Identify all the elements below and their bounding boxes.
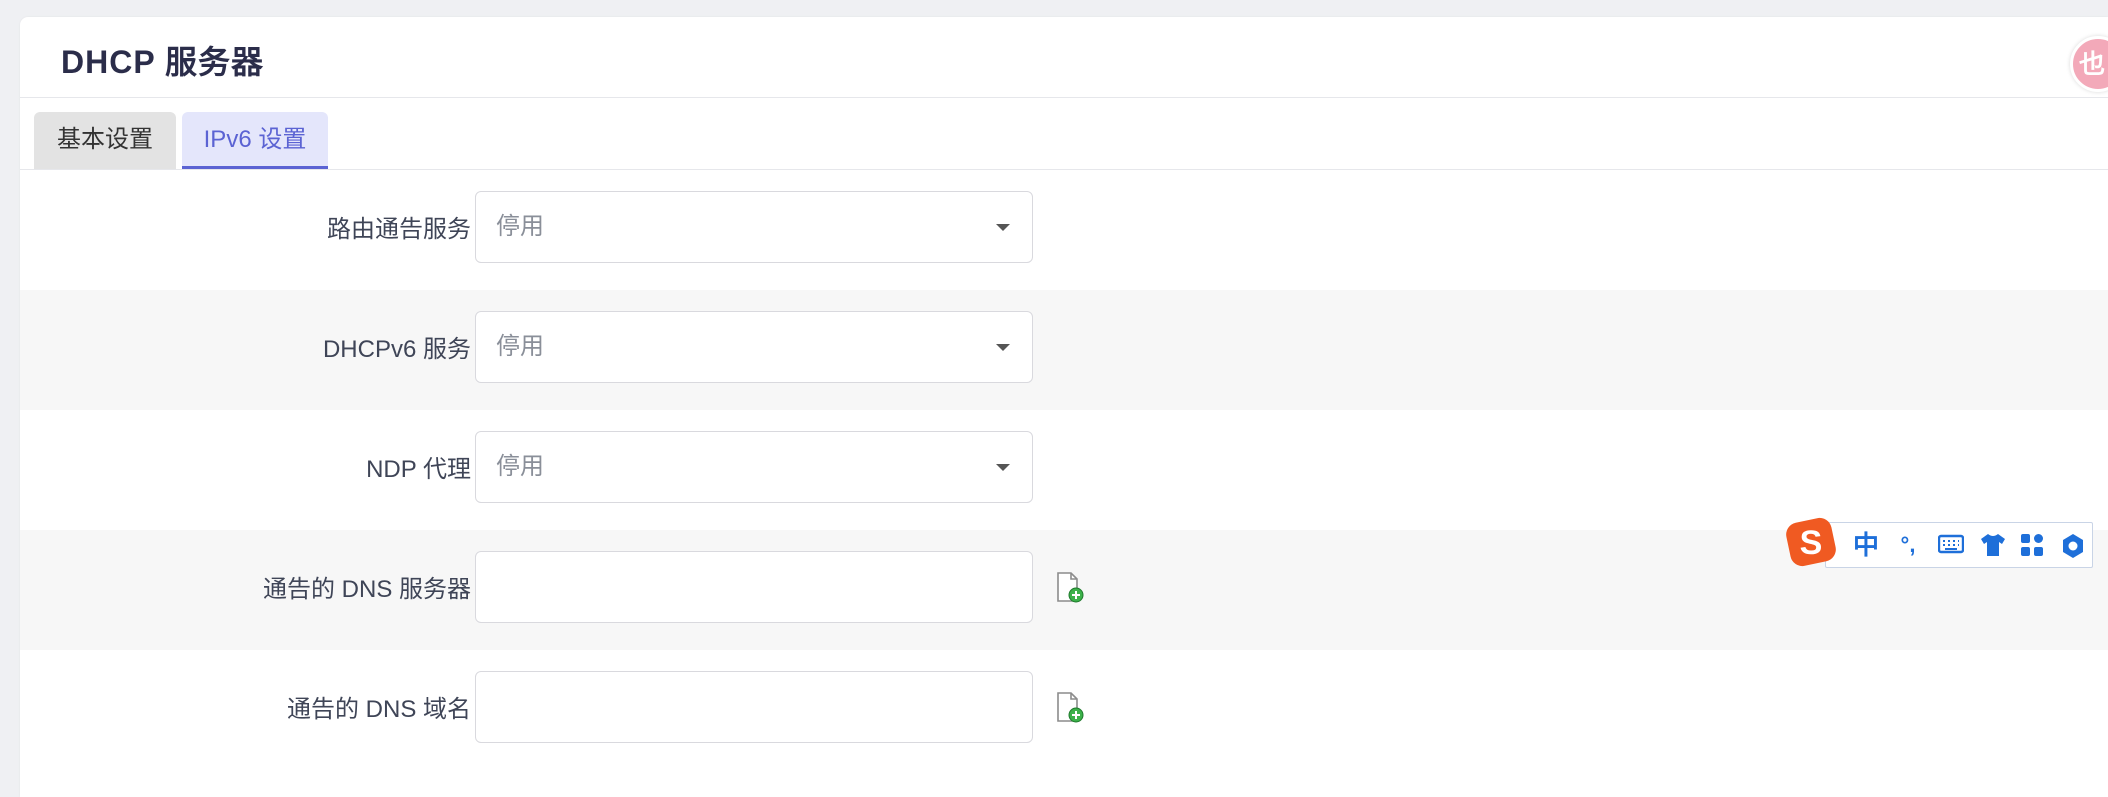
router-advertisement-value: 停用 xyxy=(496,213,544,240)
grid-icon[interactable] xyxy=(2014,523,2050,567)
chevron-down-icon xyxy=(996,344,1010,351)
dhcp-server-card: DHCP 服务器 也 基本设置 IPv6 设置 路由通告服务 停用 DHCPv6… xyxy=(20,17,2108,797)
tab-basic-settings[interactable]: 基本设置 xyxy=(34,112,176,170)
dhcpv6-service-label: DHCPv6 服务 xyxy=(322,336,471,363)
ime-punctuation[interactable]: °, xyxy=(1890,523,1926,567)
dns-servers-input[interactable] xyxy=(476,552,1032,622)
ime-toolbar-bar: 中 °, xyxy=(1825,522,2093,568)
dns-servers-label: 通告的 DNS 服务器 xyxy=(262,576,471,603)
sogou-logo-icon[interactable]: S xyxy=(1785,516,1839,568)
card-header: DHCP 服务器 也 xyxy=(20,17,2108,98)
add-file-icon[interactable] xyxy=(1055,692,1085,724)
ndp-proxy-value: 停用 xyxy=(496,453,544,480)
chevron-down-icon xyxy=(996,464,1010,471)
dns-servers-field[interactable] xyxy=(475,551,1033,623)
dns-domains-input[interactable] xyxy=(476,672,1032,742)
page-title: DHCP 服务器 xyxy=(61,44,264,80)
dhcpv6-service-value: 停用 xyxy=(496,333,544,360)
ime-chinese-mode[interactable]: 中 xyxy=(1848,523,1884,567)
dhcpv6-service-select[interactable]: 停用 xyxy=(475,311,1033,383)
form-rows: 路由通告服务 停用 DHCPv6 服务 停用 NDP 代理 停用 通告的 DNS… xyxy=(20,170,2108,770)
chevron-down-icon xyxy=(996,224,1010,231)
ndp-proxy-select[interactable]: 停用 xyxy=(475,431,1033,503)
form-row-ndp-proxy: NDP 代理 停用 xyxy=(20,410,2108,530)
dns-domains-label: 通告的 DNS 域名 xyxy=(286,696,471,723)
ime-toolbar: 中 °, S xyxy=(1785,516,2093,570)
router-advertisement-select[interactable]: 停用 xyxy=(475,191,1033,263)
settings-icon[interactable] xyxy=(2054,523,2090,567)
form-row-dhcpv6-service: DHCPv6 服务 停用 xyxy=(20,290,2108,410)
router-advertisement-label: 路由通告服务 xyxy=(327,216,471,243)
keyboard-icon[interactable] xyxy=(1932,523,1968,567)
tab-ipv6-settings[interactable]: IPv6 设置 xyxy=(182,112,328,170)
dns-domains-field[interactable] xyxy=(475,671,1033,743)
form-row-dns-domains: 通告的 DNS 域名 xyxy=(20,650,2108,770)
avatar[interactable]: 也 xyxy=(2070,36,2108,92)
ime-logo-glyph: S xyxy=(1800,524,1823,562)
shirt-icon[interactable] xyxy=(1974,523,2010,567)
ndp-proxy-label: NDP 代理 xyxy=(366,456,471,483)
add-file-icon[interactable] xyxy=(1055,572,1085,604)
form-row-router-advertisement: 路由通告服务 停用 xyxy=(20,170,2108,290)
